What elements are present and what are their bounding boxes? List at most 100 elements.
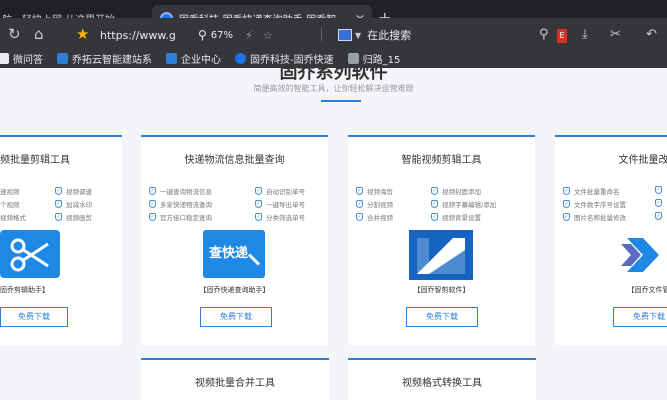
smart-edit-app-icon (409, 230, 473, 280)
feature-item: ✓ (655, 199, 666, 207)
feature-item: ✓ 官方接口稳定查询 (149, 213, 212, 222)
bookmark-label: 企业中心 (181, 54, 221, 66)
card-title: 文件批量改名 (618, 155, 667, 166)
address-url[interactable]: https://www.g (100, 29, 186, 42)
app-name: 【固乔文件管 (627, 286, 667, 294)
search-engine-icon[interactable] (338, 29, 352, 41)
lightning-icon[interactable]: ⚡ (245, 29, 253, 42)
free-download-button[interactable]: 免费下载 (200, 307, 272, 327)
scissors-app-icon (0, 230, 60, 278)
feature-item: ✓ 一键查询物流信息 (149, 187, 212, 196)
heading-underline (321, 100, 361, 102)
bookmark-label: 固乔科技-固乔快速 (250, 54, 334, 66)
feature-item: ✓ 视频海剪 (356, 187, 393, 196)
address-bar[interactable]: https://www.g ⚲ 67% ⚡ ☆ (100, 24, 330, 46)
bookmark-item[interactable]: 微问答 (0, 51, 43, 66)
refresh-icon[interactable]: ↻ (8, 25, 21, 43)
bookmark-label: 微问答 (13, 54, 43, 66)
card-title: 快递物流信息批量查询 (184, 155, 285, 166)
feature-item: ✓ 合并视频 (356, 213, 393, 222)
feature-item: ✓ 视频画剪 (55, 213, 92, 222)
free-download-button[interactable]: 免费下载 (406, 307, 478, 327)
bookmark-icon (347, 52, 359, 64)
feature-item: ✓ 文件数字序号设置 (563, 200, 626, 209)
feature-item: ✓ 分割视频 (356, 200, 393, 209)
feature-item: ✓ 自动识别单号 (255, 187, 305, 196)
card-title: 频批量剪辑工具 (0, 155, 70, 166)
free-download-button[interactable]: 免费下载 (0, 307, 68, 327)
feature-item: 速视频 (0, 188, 20, 196)
check-shield-icon: ✓ (55, 187, 62, 195)
check-shield-icon: ✓ (431, 187, 438, 195)
zoom-icon: ⚲ (198, 28, 207, 42)
rename-app-icon (621, 238, 659, 272)
download-icon[interactable]: ⤓ (582, 27, 588, 42)
home-icon[interactable]: ⌂ (34, 25, 44, 43)
feature-item: ✓ 视频调速 (55, 187, 92, 196)
check-shield-icon: ✓ (563, 200, 570, 208)
feature-item: ✓ 视频背景设置 (431, 213, 481, 222)
free-download-button[interactable]: 免费下载 (613, 307, 667, 327)
magnifier-handle-icon (247, 253, 261, 266)
zoom-level: 67% (210, 29, 234, 41)
check-shield-icon: ✓ (356, 213, 363, 221)
card-title: 视频批量合并工具 (195, 378, 275, 389)
check-shield-icon: ✓ (55, 213, 62, 221)
product-card: 文件批量改名 ✓文件批量重命名 ✓文件数字序号设置 ✓图片名称批量修改 ✓ ✓ … (555, 135, 667, 345)
bookmarks-bar: 微问答 乔拓云智能建站系 企业中心 固乔科技-固乔快速 归路_15 (0, 48, 667, 68)
bookmark-icon (235, 52, 246, 64)
feature-item: 个视频 (0, 201, 20, 209)
section-heading: 固乔系列软件 (279, 68, 388, 83)
feature-item: ✓ (655, 212, 666, 220)
bookmark-icon (57, 52, 68, 64)
feature-item: ✓ 文件批量重命名 (563, 187, 620, 196)
search-icon[interactable]: ⚲ (539, 27, 549, 42)
check-shield-icon: ✓ (655, 212, 662, 220)
bookmark-label: 归路_15 (362, 54, 401, 66)
product-card: 频批量剪辑工具 速视频 个视频 视频格式 ✓ 视频调速 ✓ 加减水印 ✓ 视频画剪 固… (0, 135, 122, 345)
check-shield-icon: ✓ (255, 187, 262, 195)
check-shield-icon: ✓ (356, 200, 363, 208)
check-shield-icon: ✓ (356, 187, 363, 195)
extension-icon[interactable]: E (557, 29, 567, 43)
feature-item: ✓ 分类筛选单号 (255, 213, 305, 222)
search-box[interactable]: ▼ 在此搜索 (338, 24, 411, 46)
bookmark-item[interactable]: 固乔科技-固乔快速 (235, 51, 334, 66)
star-icon[interactable]: ★ (76, 25, 89, 43)
check-shield-icon: ✓ (431, 213, 438, 221)
check-shield-icon: ✓ (563, 213, 570, 221)
feature-item: ✓ 图片名称批量修改 (563, 213, 626, 222)
scissors-icon[interactable]: ✂ (610, 27, 621, 42)
bookmark-icon (0, 52, 9, 64)
feature-item: ✓ (655, 186, 666, 194)
search-placeholder[interactable]: 在此搜索 (367, 27, 411, 43)
chevron-down-icon[interactable]: ▼ (355, 31, 361, 40)
bookmark-item[interactable]: 企业中心 (166, 51, 221, 66)
app-name: 【固乔快递查询助手】 (199, 286, 270, 294)
feature-item: ✓ 一键导出单号 (255, 200, 305, 209)
bookmark-icon (166, 52, 177, 64)
product-card: 快递物流信息批量查询 ✓ 一键查询物流信息 ✓ 多家快递物流查询 ✓ 官方接口稳定查询… (141, 135, 328, 345)
zoom-indicator[interactable]: ⚲ 67% (198, 28, 233, 42)
undo-icon[interactable]: ↶ (646, 27, 657, 42)
check-shield-icon: ✓ (655, 199, 662, 207)
check-shield-icon: ✓ (149, 200, 156, 208)
feature-item: ✓ 加减水印 (55, 200, 92, 209)
check-shield-icon: ✓ (655, 186, 662, 194)
product-card: 智能视频剪辑工具 ✓ 视频海剪 ✓ 分割视频 ✓ 合并视频 ✓ 视频封面添加 ✓ 视频字幕… (348, 135, 535, 345)
check-shield-icon: ✓ (563, 187, 570, 195)
star-outline-icon[interactable]: ☆ (263, 29, 273, 42)
bookmark-item[interactable]: 乔拓云智能建站系 (57, 51, 152, 66)
bookmark-label: 乔拓云智能建站系 (72, 54, 152, 66)
section-subheading: 简便高效的智能工具，让你轻松解决运营难题 (253, 84, 414, 93)
product-card: 视频批量合并工具 (141, 358, 329, 400)
card-title: 视频格式转换工具 (402, 378, 482, 389)
check-shield-icon: ✓ (255, 213, 262, 221)
divider (321, 27, 322, 41)
feature-item: ✓ 多家快递物流查询 (149, 200, 212, 209)
bookmark-item[interactable]: 归路_15 (347, 51, 401, 66)
app-name: 【固乔智剪软件】 (413, 286, 470, 294)
logo-text: 查快递 (209, 246, 249, 261)
product-card: 视频格式转换工具 (348, 358, 536, 400)
feature-item: ✓ 视频封面添加 (431, 187, 481, 196)
